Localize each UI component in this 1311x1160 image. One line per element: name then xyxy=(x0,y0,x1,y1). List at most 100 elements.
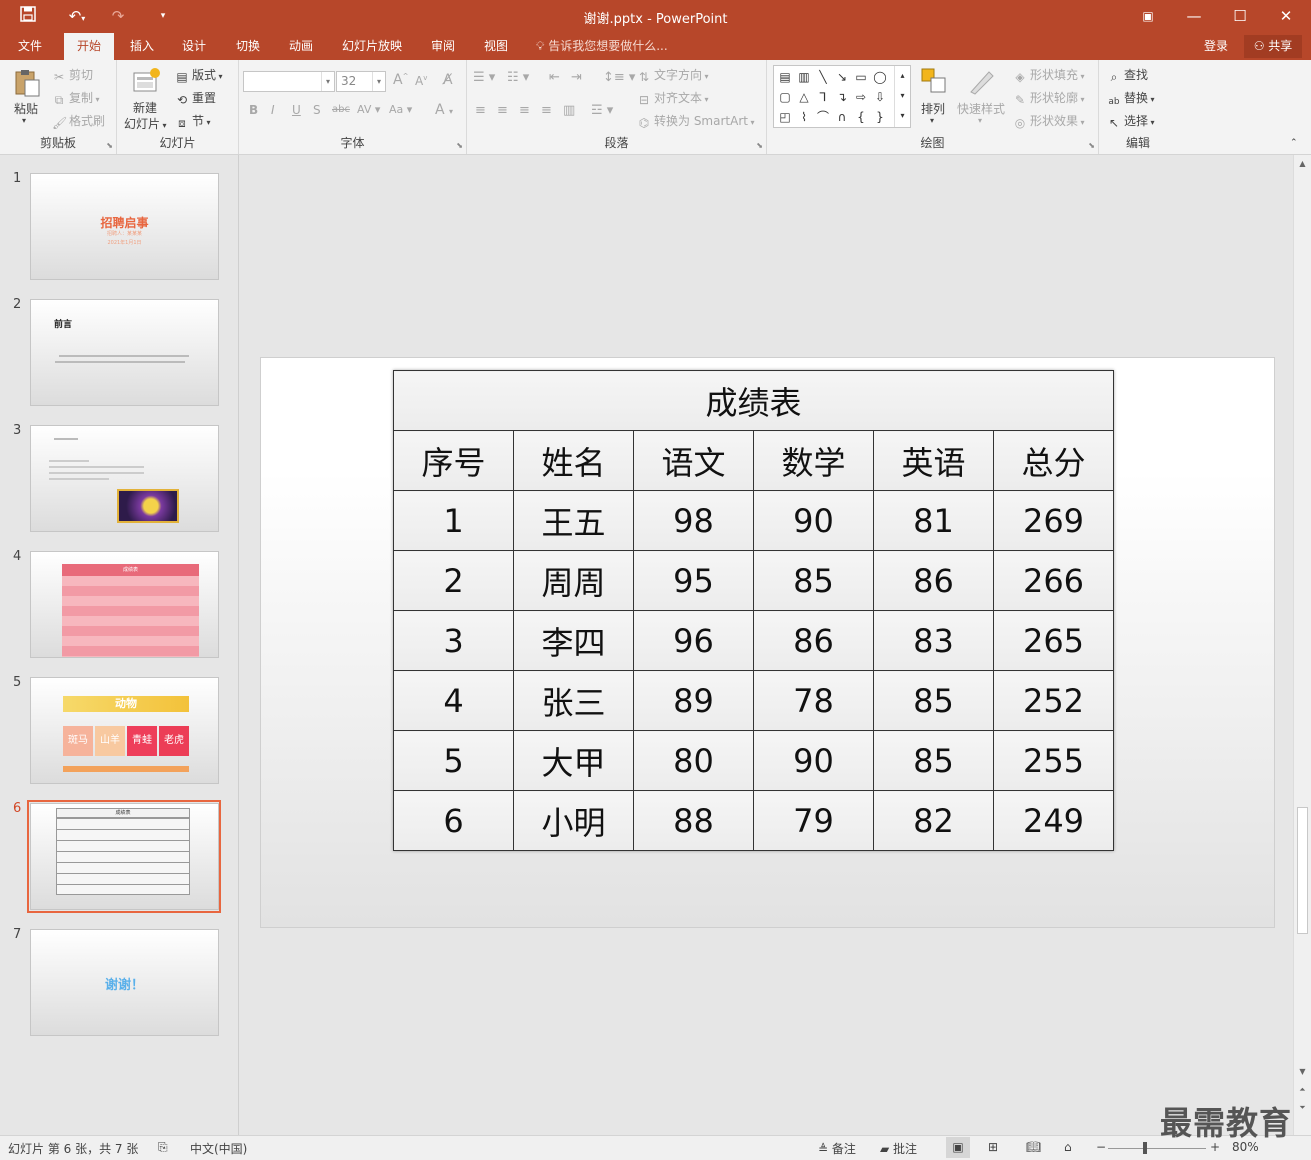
right-brace-shape-icon[interactable]: } xyxy=(871,108,889,126)
format-painter-button[interactable]: 🖌︎ 格式刷 xyxy=(52,112,105,130)
bold-icon[interactable]: B xyxy=(249,103,258,117)
table-cell[interactable]: 5 xyxy=(393,730,514,791)
tab-animations[interactable]: 动画 xyxy=(276,33,326,60)
italic-icon[interactable]: I xyxy=(271,103,275,117)
table-cell[interactable]: 85 xyxy=(873,670,994,731)
cut-button[interactable]: ✂ 剪切 xyxy=(52,66,93,84)
table-cell[interactable]: 李四 xyxy=(513,610,634,671)
table-cell[interactable]: 249 xyxy=(993,790,1114,851)
normal-view-icon[interactable]: ▣ xyxy=(946,1137,970,1158)
table-cell[interactable]: 4 xyxy=(393,670,514,731)
gallery-scroll-icon[interactable]: ▴ ▾ ▾ xyxy=(894,66,910,127)
tab-review[interactable]: 审阅 xyxy=(418,33,468,60)
char-spacing-icon[interactable]: AV ▾ xyxy=(357,103,380,116)
grade-table[interactable]: 成绩表 序号 姓名 语文 数学 英语 总分 1 王五 98 90 81 269 … xyxy=(393,370,1114,851)
ribbon-display-icon[interactable]: ▣ xyxy=(1125,0,1171,33)
table-cell[interactable]: 85 xyxy=(753,550,874,611)
table-header-cell[interactable]: 英语 xyxy=(873,430,994,491)
table-cell[interactable]: 89 xyxy=(633,670,754,731)
collapse-ribbon-icon[interactable]: ⌃ xyxy=(1290,138,1298,148)
align-right-icon[interactable]: ≡ xyxy=(519,103,530,118)
clear-formatting-icon[interactable]: A̸ xyxy=(443,72,453,88)
textbox-shape-icon[interactable]: ▤ xyxy=(776,68,794,86)
tab-insert[interactable]: 插入 xyxy=(118,33,166,60)
quick-styles-button[interactable]: 快速样式 ▾ xyxy=(955,66,1009,132)
numbering-icon[interactable]: ☷ ▾ xyxy=(507,70,529,85)
shadow-icon[interactable]: S xyxy=(313,103,321,117)
slide-editing-area[interactable]: 成绩表 序号 姓名 语文 数学 英语 总分 1 王五 98 90 81 269 … xyxy=(240,155,1293,1135)
table-cell[interactable]: 2 xyxy=(393,550,514,611)
table-cell[interactable]: 周周 xyxy=(513,550,634,611)
left-brace-shape-icon[interactable]: { xyxy=(852,108,870,126)
decrease-indent-icon[interactable]: ⇤ xyxy=(549,70,560,85)
bullets-icon[interactable]: ☰ ▾ xyxy=(473,70,495,85)
distributed-icon[interactable]: ▥ xyxy=(563,103,575,118)
tell-me-box[interactable]: 💡︎ 告诉我您想要做什么... xyxy=(536,33,668,60)
zoom-out-icon[interactable]: − xyxy=(1096,1140,1106,1154)
table-cell[interactable]: 81 xyxy=(873,490,994,551)
slide-thumbnail-2[interactable]: 前言 xyxy=(30,299,219,406)
right-arrow-shape-icon[interactable]: ⇨ xyxy=(852,88,870,106)
table-cell[interactable]: 255 xyxy=(993,730,1114,791)
line-spacing-icon[interactable]: ↕≡ ▾ xyxy=(603,70,635,85)
maximize-button[interactable]: ☐ xyxy=(1217,0,1263,33)
shape-fill-button[interactable]: ◈ 形状填充 ▾ xyxy=(1013,66,1084,84)
tab-transitions[interactable]: 切换 xyxy=(222,33,274,60)
vertical-textbox-shape-icon[interactable]: ▥ xyxy=(795,68,813,86)
arc-shape-icon[interactable]: ⌒ xyxy=(814,108,832,126)
align-left-icon[interactable]: ≡ xyxy=(475,103,486,118)
table-cell[interactable]: 小明 xyxy=(513,790,634,851)
table-header-cell[interactable]: 姓名 xyxy=(513,430,634,491)
copy-button[interactable]: ⧉ 复制 ▾ xyxy=(52,89,100,107)
scroll-up-icon[interactable]: ▲ xyxy=(1294,155,1311,172)
shrink-font-icon[interactable]: Av xyxy=(415,74,427,88)
freeform-shape-icon[interactable]: ⌇ xyxy=(795,108,813,126)
slide-thumbnail-7[interactable]: 谢谢！ xyxy=(30,929,219,1036)
table-cell[interactable]: 96 xyxy=(633,610,754,671)
next-slide-icon[interactable]: ⏷ xyxy=(1294,1099,1311,1116)
dialog-launcher-icon[interactable]: ⬊ xyxy=(106,141,113,150)
tab-design[interactable]: 设计 xyxy=(170,33,218,60)
table-header-cell[interactable]: 语文 xyxy=(633,430,754,491)
curve-shape-icon[interactable]: ∩ xyxy=(833,108,851,126)
slide-sorter-view-icon[interactable]: ⊞ xyxy=(988,1140,998,1154)
dialog-launcher-icon[interactable]: ⬊ xyxy=(1088,141,1095,150)
table-caption[interactable]: 成绩表 xyxy=(393,370,1114,431)
convert-smartart-button[interactable]: ⌬ 转换为 SmartArt ▾ xyxy=(637,112,755,130)
columns-icon[interactable]: ☲ ▾ xyxy=(591,103,613,118)
callout-shape-icon[interactable]: ◰ xyxy=(776,108,794,126)
login-link[interactable]: 登录 xyxy=(1204,33,1228,60)
elbow-arrow-shape-icon[interactable]: ↴ xyxy=(833,88,851,106)
table-cell[interactable]: 82 xyxy=(873,790,994,851)
shape-effects-button[interactable]: ◎ 形状效果 ▾ xyxy=(1013,112,1085,130)
rectangle-shape-icon[interactable]: ▭ xyxy=(852,68,870,86)
table-cell[interactable]: 86 xyxy=(753,610,874,671)
scrollbar-thumb[interactable] xyxy=(1297,807,1308,934)
spelling-check-icon[interactable]: ⎘ xyxy=(158,1140,168,1155)
replace-button[interactable]: ab 替换 ▾ xyxy=(1107,89,1154,109)
down-arrow-shape-icon[interactable]: ⇩ xyxy=(871,88,889,106)
notes-button[interactable]: ≜ 备注 xyxy=(818,1140,856,1157)
shapes-gallery[interactable]: ▤ ▥ ╲ ↘ ▭ ◯ ▢ △ ⅂ ↴ ⇨ ⇩ ◰ ⌇ ⌒ ∩ { } ▴ ▾ ▾ xyxy=(773,65,911,128)
share-button[interactable]: ⚇ 共享 xyxy=(1244,35,1302,58)
font-size-combo[interactable]: 32 ▾ xyxy=(336,71,386,92)
table-cell[interactable]: 266 xyxy=(993,550,1114,611)
table-cell[interactable]: 269 xyxy=(993,490,1114,551)
section-button[interactable]: ⧈ 节 ▾ xyxy=(175,112,210,130)
strikethrough-icon[interactable]: abc xyxy=(332,104,350,115)
reset-button[interactable]: ⟲ 重置 xyxy=(175,89,216,107)
new-slide-button[interactable]: 新建 幻灯片 ▾ xyxy=(123,65,167,131)
tab-home[interactable]: 开始 xyxy=(64,33,114,60)
tab-slideshow[interactable]: 幻灯片放映 xyxy=(330,33,414,60)
zoom-slider[interactable] xyxy=(1108,1148,1206,1149)
rounded-rect-shape-icon[interactable]: ▢ xyxy=(776,88,794,106)
language-status[interactable]: 中文(中国) xyxy=(190,1140,247,1157)
increase-indent-icon[interactable]: ⇥ xyxy=(571,70,582,85)
table-header-cell[interactable]: 总分 xyxy=(993,430,1114,491)
table-cell[interactable]: 98 xyxy=(633,490,754,551)
table-cell[interactable]: 95 xyxy=(633,550,754,611)
arrange-button[interactable]: 排列 ▾ xyxy=(917,66,951,132)
table-cell[interactable]: 3 xyxy=(393,610,514,671)
find-button[interactable]: ⌕ 查找 xyxy=(1107,66,1148,84)
current-slide[interactable]: 成绩表 序号 姓名 语文 数学 英语 总分 1 王五 98 90 81 269 … xyxy=(260,357,1275,928)
